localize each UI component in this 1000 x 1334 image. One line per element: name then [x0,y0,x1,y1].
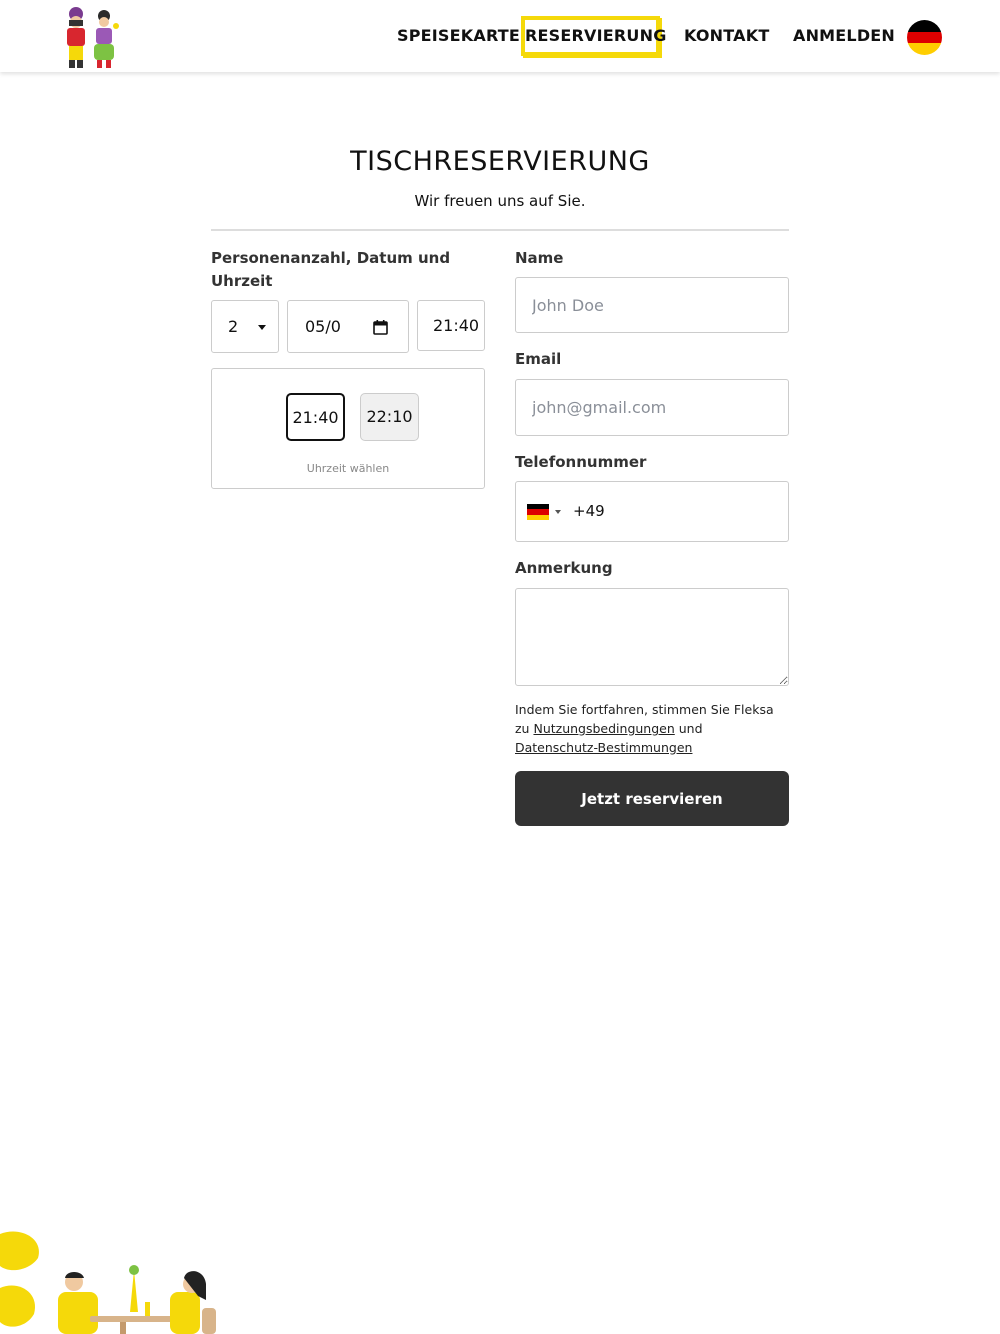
time-slot-selected[interactable]: 21:40 [286,393,345,441]
email-field[interactable] [515,379,789,436]
chevron-down-icon[interactable] [555,510,561,514]
date-input[interactable]: 05/0 [287,300,409,353]
germany-flag-icon[interactable] [907,20,942,55]
restaurant-logo[interactable] [58,2,128,72]
site-header: SPEISEKARTE RESERVIERUNG KONTAKT ANMELDE… [0,0,1000,72]
calendar-icon[interactable] [373,320,388,335]
legal-and: und [674,721,703,736]
time-slot-panel: 21:40 22:10 Uhrzeit wählen [211,368,485,489]
slot-hint: Uhrzeit wählen [306,462,390,475]
booking-label: Personenanzahl, Datum und Uhrzeit [211,249,451,290]
germany-flag-icon[interactable] [527,504,549,520]
reserve-button[interactable]: Jetzt reservieren [515,771,789,826]
privacy-link[interactable]: Datenschutz-Bestimmungen [515,740,692,755]
time-slot[interactable]: 22:10 [360,393,419,441]
persons-select[interactable]: 2 [211,300,279,353]
phone-field[interactable]: +49 [515,481,789,542]
legal-text: Indem Sie fortfahren, stimmen Sie Fleksa… [515,700,791,757]
nav-kontakt[interactable]: KONTAKT [684,26,769,45]
page-subtitle: Wir freuen uns auf Sie. [414,192,586,210]
phone-label: Telefonnummer [515,453,647,471]
email-label: Email [515,350,562,368]
date-value: 05/0 [305,317,341,336]
name-label: Name [515,249,564,267]
note-field[interactable] [515,588,789,686]
divider [211,229,789,231]
nav-anmelden[interactable]: ANMELDEN [793,26,895,45]
nav-reservierung[interactable]: RESERVIERUNG [521,16,666,56]
page-title: TISCHRESERVIERUNG [350,146,650,177]
note-label: Anmerkung [515,559,613,577]
nav-speisekarte[interactable]: SPEISEKARTE [397,26,520,45]
name-field[interactable] [515,277,789,333]
persons-value: 2 [228,317,239,336]
terms-link[interactable]: Nutzungsbedingungen [533,721,674,736]
phone-code: +49 [573,502,605,520]
dining-couple-illustration [0,1231,216,1334]
time-input[interactable]: 21:40 [417,300,485,351]
time-value: 21:40 [433,316,480,335]
chevron-down-icon [258,325,266,330]
